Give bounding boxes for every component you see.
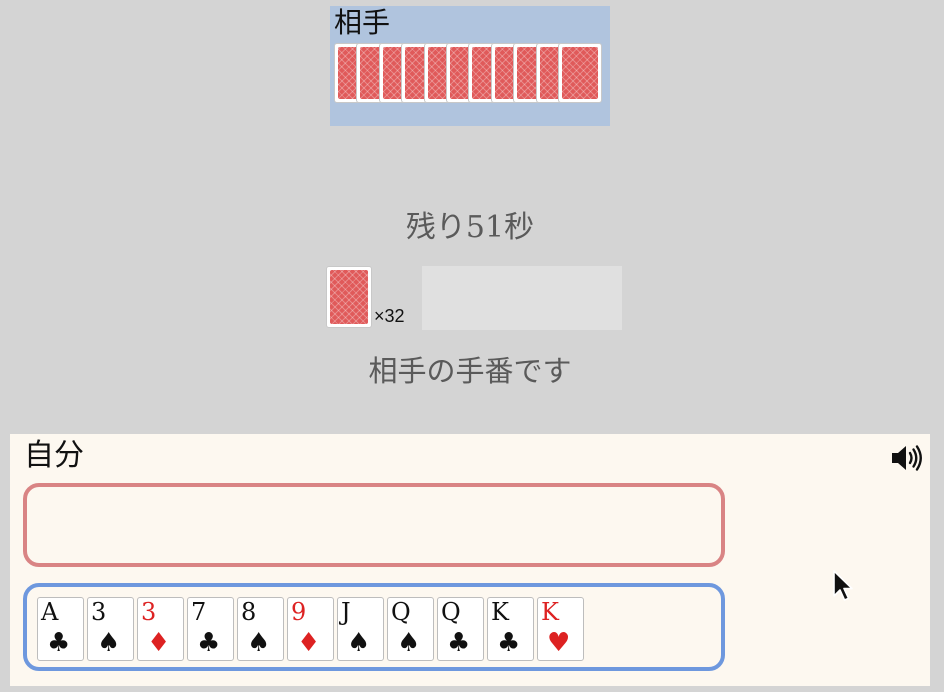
card-rank: 8 [241,598,257,626]
card-rank: 3 [141,598,157,626]
card-rank: 7 [191,598,207,626]
card-suit: ♣ [47,628,71,658]
card-rank: 9 [291,598,307,626]
hand-card[interactable]: A ♣ [37,597,84,661]
card-suit: ♦ [297,628,321,658]
hand-card[interactable]: 3 ♦ [137,597,184,661]
timer-text: 残り51秒 [405,210,535,245]
card-suit: ♣ [197,628,221,658]
opponent-hand [334,43,606,109]
card-suit: ♠ [97,628,121,658]
turn-message: 相手の手番です [368,354,572,388]
speaker-icon [892,445,922,471]
hand-card[interactable]: 9 ♦ [287,597,334,661]
card-rank: 3 [91,598,107,626]
card-suit: ♦ [147,628,171,658]
hand-card[interactable]: 8 ♠ [237,597,284,661]
card-suit: ♠ [397,628,421,658]
hand-card[interactable]: Q ♠ [387,597,434,661]
card-rank: K [491,598,509,626]
card-rank: K [541,598,559,626]
sound-toggle-button[interactable] [890,444,924,472]
card-suit: ♠ [247,628,271,658]
hand-card[interactable]: 3 ♠ [87,597,134,661]
play-zone[interactable] [23,483,725,567]
discard-pile [422,266,622,330]
opponent-label: 相手 [334,6,391,39]
card-rank: Q [441,598,461,626]
hand-zone: A ♣ 3 ♠ 3 ♦ 7 ♣ 8 ♠ 9 ♦ J ♠ Q ♠ Q ♣ K ♣ K ♥ [23,583,725,671]
card-rank: A [41,598,59,626]
hand-card[interactable]: J ♠ [337,597,384,661]
deck-card-back[interactable] [326,266,372,328]
opponent-card-back [558,43,602,103]
card-rank: J [341,598,351,626]
hand-card[interactable]: K ♥ [537,597,584,661]
card-suit: ♣ [497,628,521,658]
self-label: 自分 [24,438,84,473]
self-panel: 自分 A ♣ 3 ♠ 3 ♦ 7 ♣ 8 ♠ 9 ♦ J ♠ Q ♠ Q ♣ K ♣ K ♥ [10,434,930,686]
card-suit: ♠ [347,628,371,658]
hand-card[interactable]: Q ♣ [437,597,484,661]
opponent-panel: 相手 [330,6,610,126]
hand-card[interactable]: 7 ♣ [187,597,234,661]
card-rank: Q [391,598,411,626]
card-suit: ♣ [447,628,471,658]
card-suit: ♥ [547,628,571,658]
hand-card[interactable]: K ♣ [487,597,534,661]
deck-count: ×32 [374,306,405,326]
mouse-cursor-icon [833,570,853,601]
